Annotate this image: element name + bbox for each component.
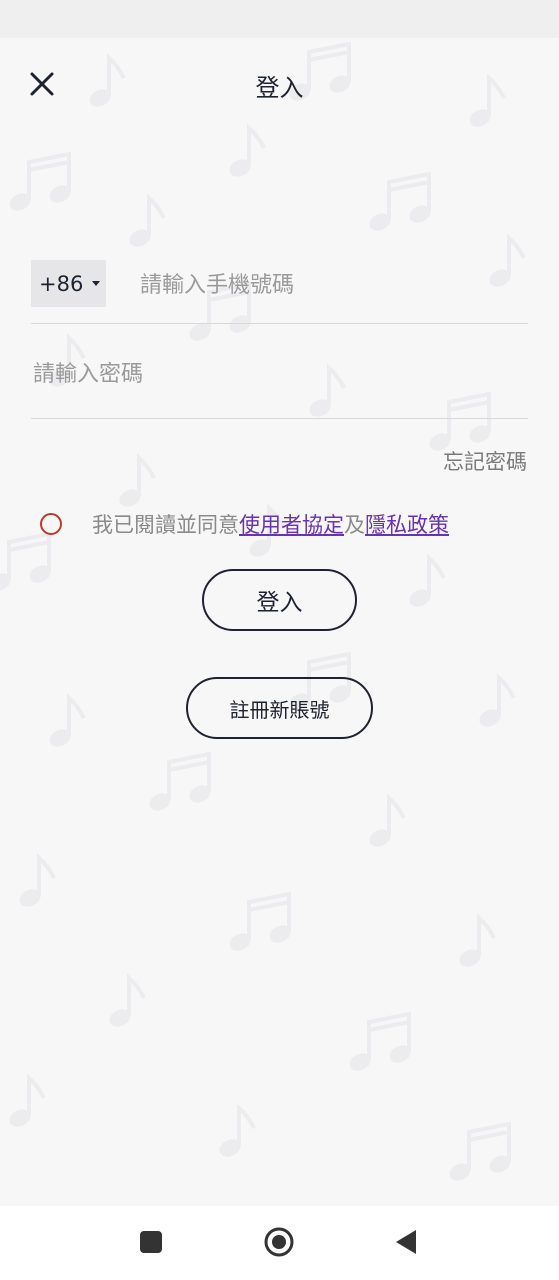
dropdown-caret-icon [92,281,101,286]
agreement-radio[interactable] [40,513,62,535]
recent-apps-button[interactable] [131,1224,171,1264]
agreement-row: 我已閱讀並同意使用者協定及隱私政策 [40,508,449,540]
system-nav-bar [0,1206,559,1280]
back-button[interactable] [386,1224,426,1264]
login-button[interactable]: 登入 [202,569,357,631]
forgot-password-link[interactable]: 忘記密碼 [443,446,527,476]
password-divider [31,418,528,419]
country-code-selector[interactable]: +86 [31,260,106,307]
register-button[interactable]: 註冊新賬號 [186,677,373,739]
phone-input[interactable] [138,263,522,307]
back-triangle-icon [394,1229,418,1259]
agreement-conjunction: 及 [344,513,365,537]
agreement-prefix: 我已閱讀並同意 [92,513,239,537]
page-title: 登入 [255,74,304,102]
user-agreement-link[interactable]: 使用者協定 [239,513,344,537]
country-code-value: +86 [39,271,84,296]
password-input[interactable] [31,352,525,396]
home-circle-icon [263,1226,295,1262]
home-button[interactable] [259,1224,299,1264]
phone-divider [31,323,528,324]
square-icon [139,1230,163,1258]
privacy-policy-link[interactable]: 隱私政策 [365,513,449,537]
agreement-text: 我已閱讀並同意使用者協定及隱私政策 [92,509,449,539]
status-bar [0,0,559,38]
